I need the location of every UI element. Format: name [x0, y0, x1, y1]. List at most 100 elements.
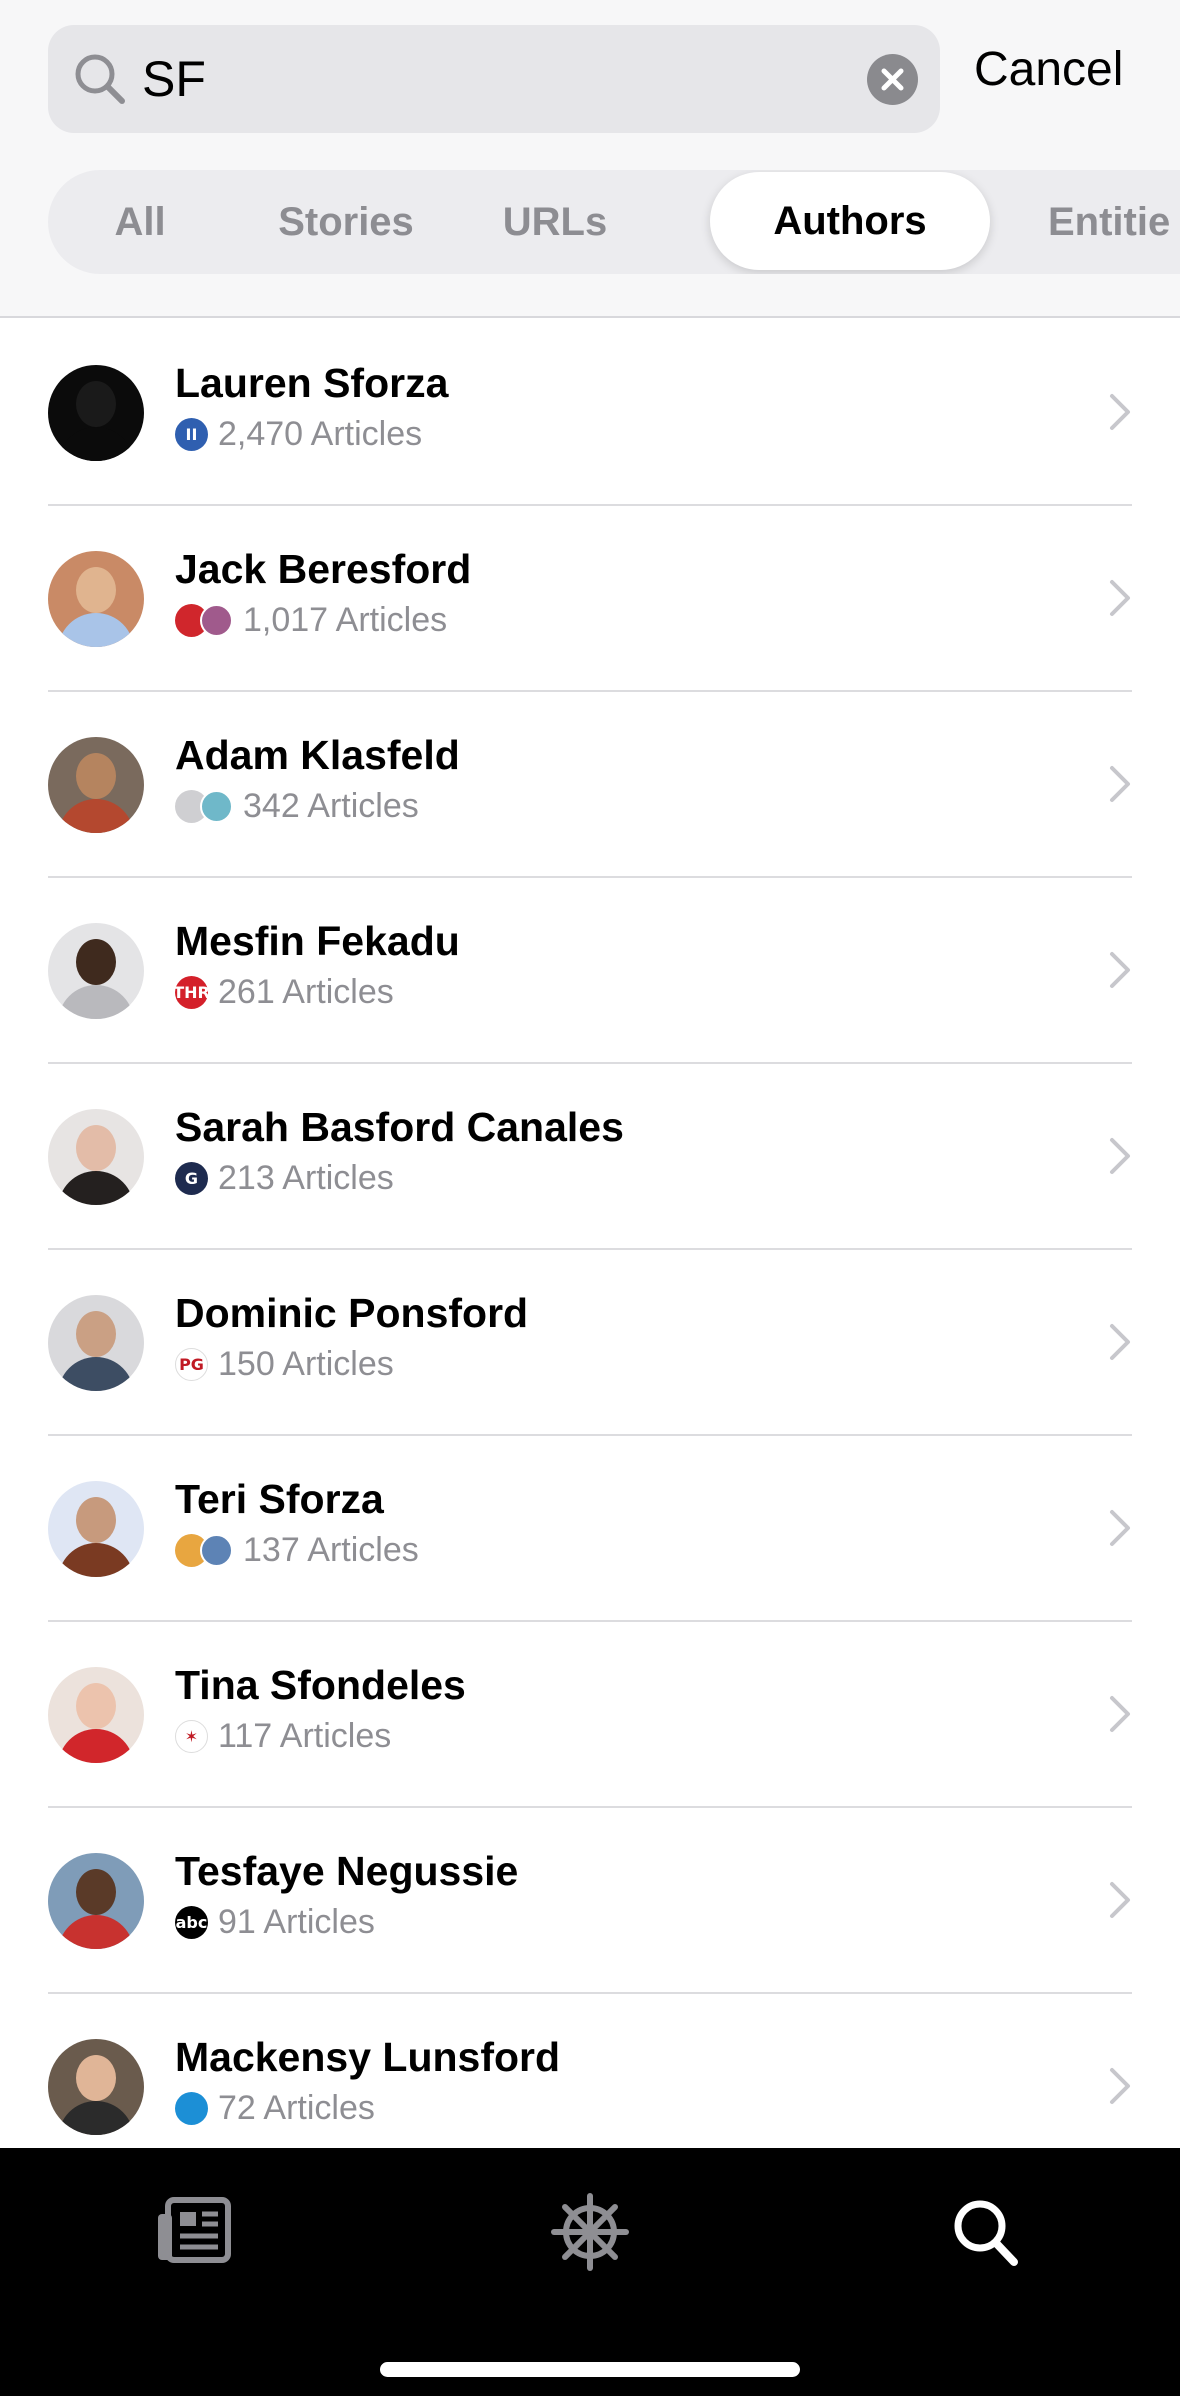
publication-logo-icon: II: [175, 417, 208, 451]
author-row[interactable]: Sarah Basford Canales G 213 Articles: [0, 1064, 1180, 1250]
article-count: 91 Articles: [218, 1902, 375, 1941]
publication-logo-icon: [200, 1533, 233, 1567]
home-indicator: [380, 2362, 800, 2377]
author-row[interactable]: Teri Sforza 137 Articles: [0, 1436, 1180, 1622]
author-name: Mesfin Fekadu: [175, 918, 460, 964]
author-name: Dominic Ponsford: [175, 1290, 529, 1336]
tab-entities[interactable]: Entitie: [1048, 170, 1180, 274]
article-count: 1,017 Articles: [243, 600, 448, 639]
author-name: Jack Beresford: [175, 546, 472, 592]
publication-logo-icon: abc: [175, 1905, 208, 1939]
author-name: Tina Sfondeles: [175, 1662, 466, 1708]
article-count: 117 Articles: [218, 1716, 392, 1755]
author-name: Lauren Sforza: [175, 360, 449, 406]
author-meta: 137 Articles: [175, 1528, 419, 1572]
article-count: 137 Articles: [243, 1530, 419, 1569]
author-meta: 72 Articles: [175, 2086, 375, 2130]
author-avatar: [48, 1295, 144, 1391]
author-row[interactable]: Tina Sfondeles ✶ 117 Articles: [0, 1622, 1180, 1808]
author-row[interactable]: Tesfaye Negussie abc 91 Articles: [0, 1808, 1180, 1994]
search-field[interactable]: [48, 25, 940, 133]
chevron-right-icon: [1110, 952, 1130, 988]
article-count: 261 Articles: [218, 972, 394, 1011]
tab-urls[interactable]: URLs: [460, 170, 650, 274]
search-tab-icon[interactable]: [944, 2192, 1028, 2272]
publication-logo-icon: [200, 603, 233, 637]
chevron-right-icon: [1110, 394, 1130, 430]
article-count: 72 Articles: [218, 2088, 375, 2127]
author-avatar: [48, 1667, 144, 1763]
publication-logo-icon: [175, 2091, 208, 2125]
tab-stories[interactable]: Stories: [232, 170, 460, 274]
author-list: Lauren Sforza II 2,470 Articles Jack Beresf…: [0, 320, 1180, 2148]
avatar-head: [76, 939, 116, 985]
author-name: Adam Klasfeld: [175, 732, 460, 778]
clear-search-button[interactable]: [867, 54, 918, 105]
author-name: Teri Sforza: [175, 1476, 384, 1522]
avatar-head: [76, 1869, 116, 1915]
tab-authors[interactable]: Authors: [710, 172, 990, 270]
author-row[interactable]: Mackensy Lunsford 72 Articles: [0, 1994, 1180, 2148]
author-meta: II 2,470 Articles: [175, 412, 422, 456]
search-header: Cancel All Stories URLs Authors Entitie: [0, 0, 1180, 318]
avatar-head: [76, 753, 116, 799]
article-count: 150 Articles: [218, 1344, 394, 1383]
tab-all[interactable]: All: [48, 170, 232, 274]
author-meta: 1,017 Articles: [175, 598, 447, 642]
scope-tabs: All Stories URLs Authors Entitie: [48, 170, 1180, 274]
author-row[interactable]: Jack Beresford 1,017 Articles: [0, 506, 1180, 692]
chevron-right-icon: [1110, 1882, 1130, 1918]
avatar-head: [76, 567, 116, 613]
avatar-body: [58, 427, 134, 461]
search-icon: [75, 54, 125, 104]
author-name: Tesfaye Negussie: [175, 1848, 519, 1894]
search-input[interactable]: [142, 25, 882, 133]
article-count: 342 Articles: [243, 786, 419, 825]
avatar-body: [58, 613, 134, 647]
helm-icon[interactable]: [548, 2192, 632, 2272]
author-avatar: [48, 1481, 144, 1577]
avatar-body: [58, 2101, 134, 2135]
chevron-right-icon: [1110, 1696, 1130, 1732]
avatar-head: [76, 1497, 116, 1543]
avatar-body: [58, 1915, 134, 1949]
author-meta: ✶ 117 Articles: [175, 1714, 391, 1758]
publication-logo-icon: PG: [175, 1347, 208, 1381]
author-row[interactable]: Lauren Sforza II 2,470 Articles: [0, 320, 1180, 506]
author-avatar: [48, 737, 144, 833]
author-meta: THR 261 Articles: [173, 970, 394, 1014]
avatar-body: [58, 1357, 134, 1391]
author-meta: PG 150 Articles: [175, 1342, 394, 1386]
publication-logo-icon: [200, 789, 233, 823]
chevron-right-icon: [1110, 766, 1130, 802]
publication-logo-icon: G: [175, 1161, 208, 1195]
avatar-head: [76, 1683, 116, 1729]
cancel-button[interactable]: Cancel: [974, 42, 1123, 97]
author-row[interactable]: Adam Klasfeld 342 Articles: [0, 692, 1180, 878]
author-meta: G 213 Articles: [175, 1156, 394, 1200]
author-meta: abc 91 Articles: [175, 1900, 375, 1944]
chevron-right-icon: [1110, 1138, 1130, 1174]
avatar-body: [58, 985, 134, 1019]
avatar-head: [76, 1125, 116, 1171]
tab-bar: [0, 2148, 1180, 2396]
publication-logo-icon: ✶: [175, 1719, 208, 1753]
avatar-head: [76, 2055, 116, 2101]
article-count: 2,470 Articles: [218, 414, 423, 453]
author-name: Mackensy Lunsford: [175, 2034, 561, 2080]
publication-logo-icon: THR: [173, 975, 210, 1009]
chevron-right-icon: [1110, 580, 1130, 616]
chevron-right-icon: [1110, 1324, 1130, 1360]
author-row[interactable]: Mesfin Fekadu THR 261 Articles: [0, 878, 1180, 1064]
avatar-head: [76, 1311, 116, 1357]
author-avatar: [48, 1853, 144, 1949]
avatar-body: [58, 1171, 134, 1205]
author-meta: 342 Articles: [175, 784, 419, 828]
chevron-right-icon: [1110, 1510, 1130, 1546]
author-avatar: [48, 551, 144, 647]
avatar-body: [58, 1543, 134, 1577]
close-icon: [881, 68, 904, 91]
news-feed-icon[interactable]: [154, 2192, 238, 2272]
author-row[interactable]: Dominic Ponsford PG 150 Articles: [0, 1250, 1180, 1436]
chevron-right-icon: [1110, 2068, 1130, 2104]
